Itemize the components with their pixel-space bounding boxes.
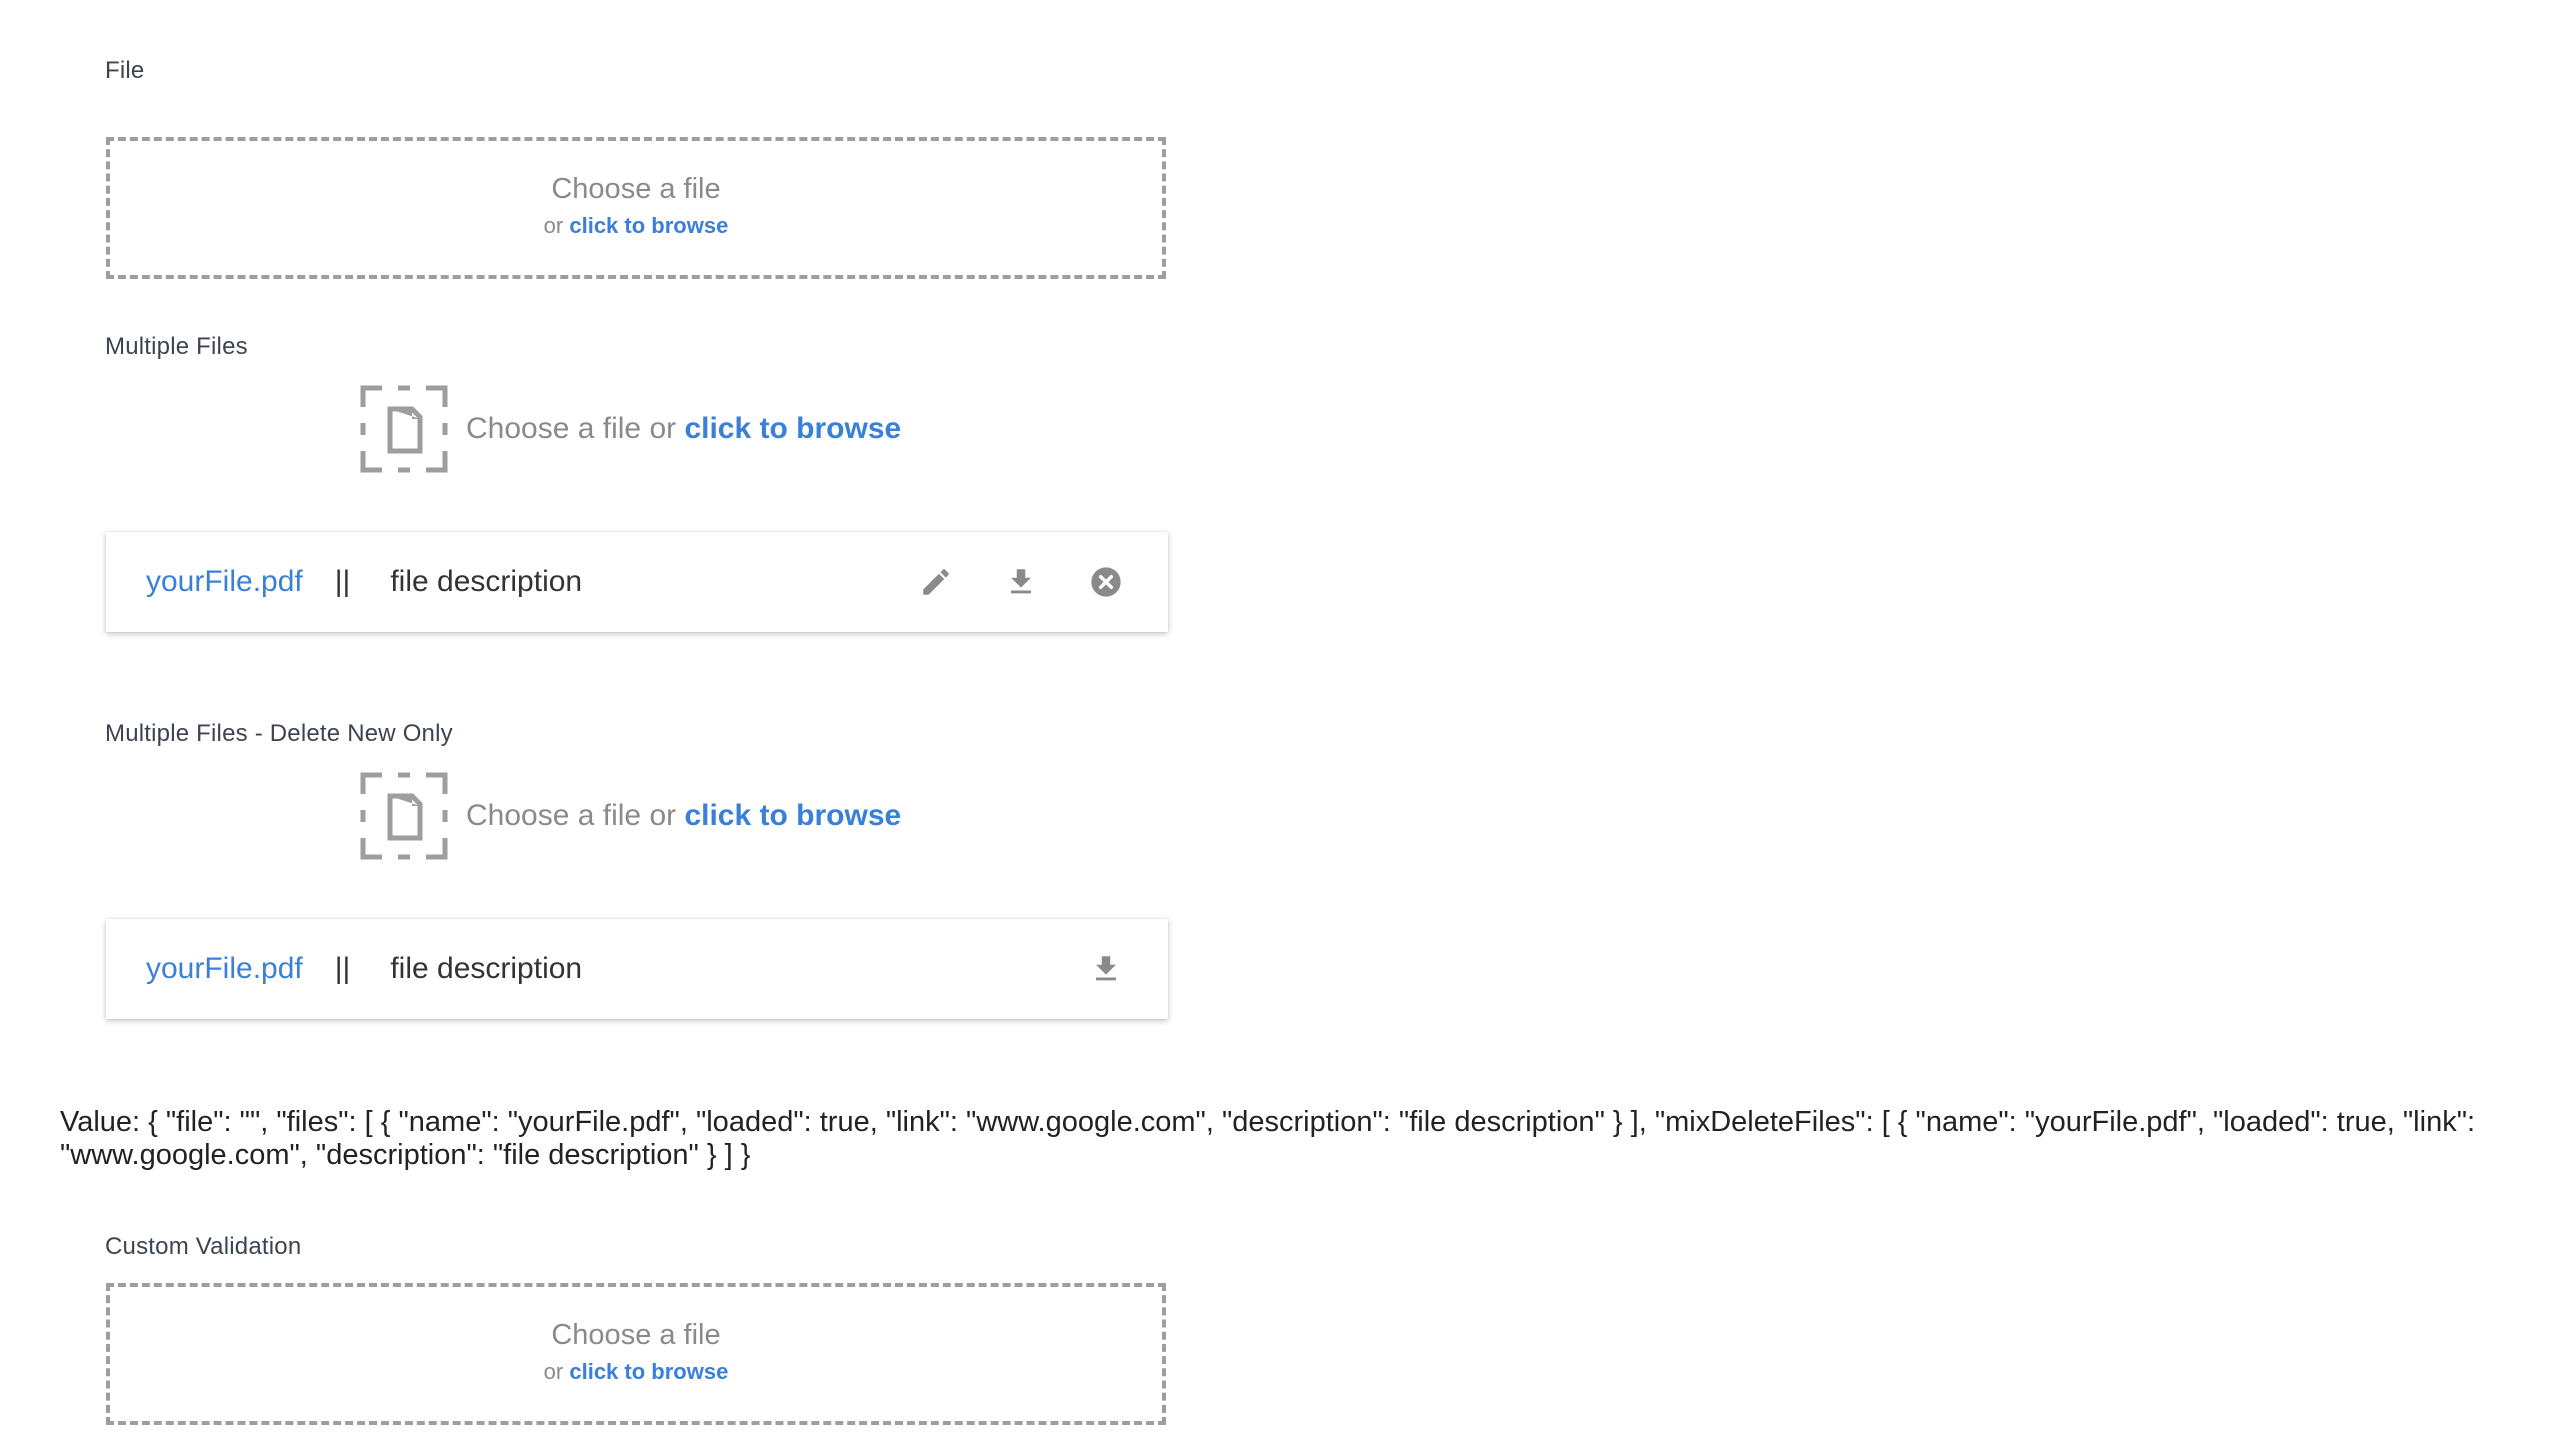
dropzone-choose-text: Choose a file or: [466, 412, 685, 445]
form-value-output: Value: { "file": "", "files": [ { "name"…: [60, 1106, 2476, 1171]
dropzone-sub-text: or click to browse: [110, 1355, 1162, 1389]
browse-link[interactable]: click to browse: [684, 412, 901, 445]
download-button[interactable]: [1086, 949, 1126, 989]
delete-new-dropzone[interactable]: Choose a file or click to browse: [360, 772, 901, 860]
file-drop-icon: [360, 385, 448, 473]
browse-link[interactable]: click to browse: [684, 799, 901, 832]
browse-link[interactable]: click to browse: [569, 213, 728, 238]
remove-button[interactable]: [1086, 562, 1126, 602]
delete-new-section-label: Multiple Files - Delete New Only: [105, 720, 453, 747]
download-icon: [1096, 956, 1116, 981]
file-dropzone[interactable]: Choose a file or click to browse: [106, 137, 1166, 279]
custom-validation-dropzone[interactable]: Choose a file or click to browse: [106, 1283, 1166, 1425]
file-name-link[interactable]: yourFile.pdf: [146, 565, 303, 599]
browse-link[interactable]: click to browse: [569, 1359, 728, 1384]
file-section-label: File: [105, 57, 145, 84]
file-description: file description: [390, 952, 583, 985]
file-description: file description: [390, 565, 583, 598]
file-card: yourFile.pdf || file description: [106, 919, 1168, 1019]
edit-button[interactable]: [916, 562, 956, 602]
custom-validation-section-label: Custom Validation: [105, 1233, 302, 1260]
dropzone-main-text: Choose a file: [551, 173, 721, 205]
dropzone-sub-text: or click to browse: [110, 209, 1162, 243]
multiple-files-section-label: Multiple Files: [105, 333, 248, 360]
dropzone-or-text: or: [543, 1359, 570, 1384]
file-drop-icon: [360, 772, 448, 860]
dropzone-text: Choose a file or click to browse: [466, 412, 901, 446]
file-card: yourFile.pdf || file description: [106, 532, 1168, 632]
pencil-icon: [923, 569, 949, 595]
separator: ||: [334, 952, 351, 985]
separator: ||: [334, 565, 351, 598]
file-actions: [1086, 919, 1168, 1019]
download-button[interactable]: [1001, 562, 1041, 602]
file-name-link[interactable]: yourFile.pdf: [146, 952, 303, 986]
dropzone-text: Choose a file or click to browse: [466, 799, 901, 833]
file-actions: [916, 532, 1168, 632]
multiple-files-dropzone[interactable]: Choose a file or click to browse: [360, 385, 901, 473]
dropzone-choose-text: Choose a file or: [466, 799, 685, 832]
close-circle-icon: [1091, 567, 1121, 597]
dropzone-main-text: Choose a file: [551, 1319, 721, 1351]
dropzone-or-text: or: [543, 213, 570, 238]
download-icon: [1011, 569, 1031, 594]
